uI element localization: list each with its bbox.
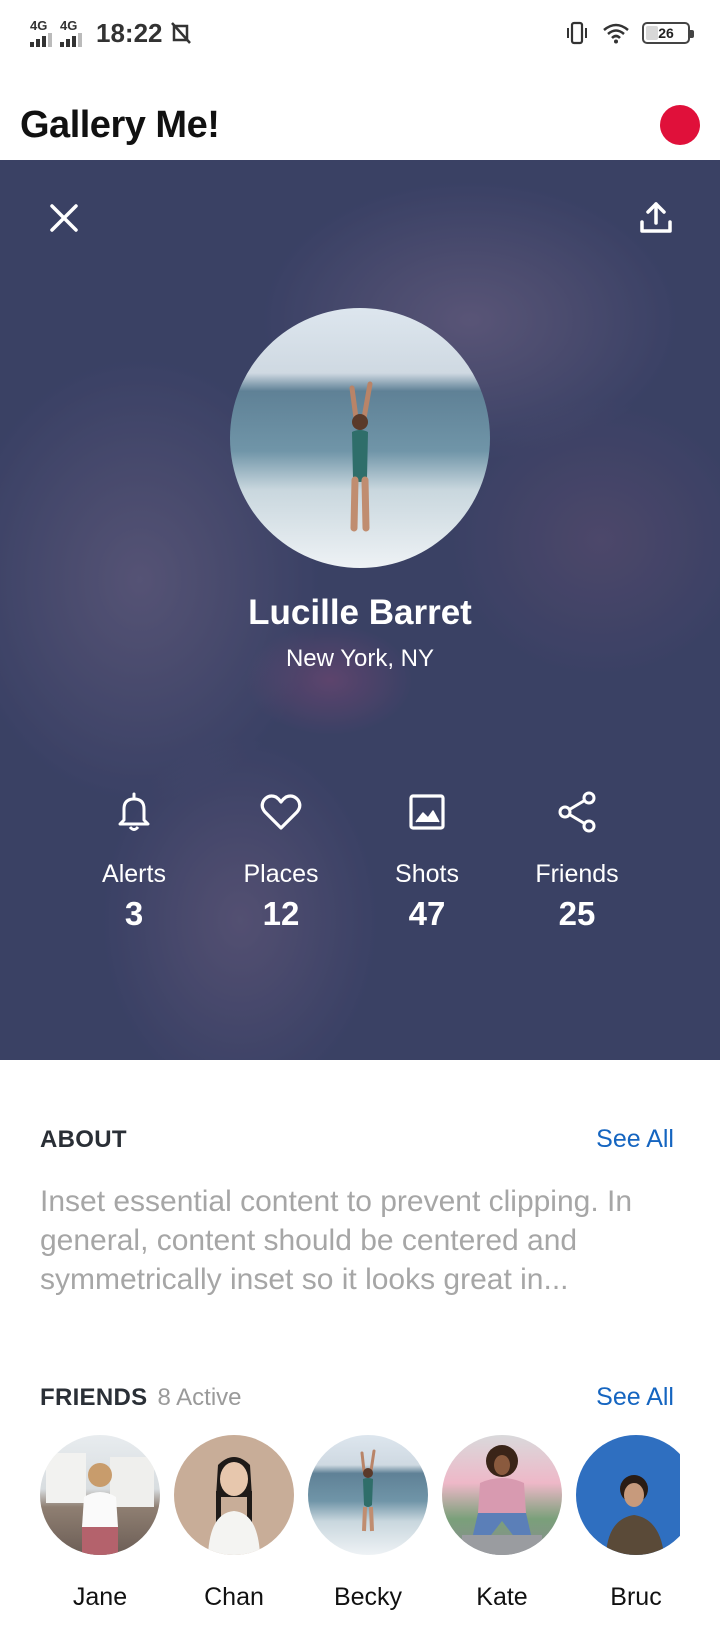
friends-carousel[interactable]: Jane Chan Becky Kate Bruc <box>40 1435 680 1635</box>
stat-alerts[interactable]: Alerts 3 <box>64 790 204 933</box>
stat-label: Friends <box>535 860 619 888</box>
friend-avatar <box>576 1435 680 1555</box>
friend-avatar <box>442 1435 562 1555</box>
stat-friends[interactable]: Friends 25 <box>507 790 647 933</box>
network-type: 4G <box>60 18 78 33</box>
friend-name: Jane <box>72 1583 128 1611</box>
record-indicator[interactable] <box>660 105 700 145</box>
friend-name: Bruc <box>610 1583 662 1611</box>
friends-title-text: FRIENDS <box>40 1384 148 1411</box>
friends-active-count: 8 Active <box>157 1384 242 1411</box>
stat-value: 47 <box>408 895 446 932</box>
friend-avatar <box>174 1435 294 1555</box>
friend-item[interactable]: Becky <box>308 1435 428 1612</box>
friend-name: Kate <box>476 1583 528 1611</box>
share-icon <box>555 790 599 834</box>
screenshot-blocked-icon <box>170 22 191 44</box>
close-button[interactable] <box>36 190 92 246</box>
about-title: ABOUT <box>40 1126 127 1153</box>
friends-see-all-link[interactable]: See All <box>596 1383 674 1412</box>
friend-item[interactable]: Kate <box>442 1435 562 1612</box>
friend-name: Chan <box>204 1583 264 1611</box>
about-see-all-link[interactable]: See All <box>596 1125 674 1154</box>
about-text: Inset essential content to prevent clipp… <box>40 1185 633 1296</box>
status-left: 4G 4G 18:22 <box>30 18 191 49</box>
profile-location: New York, NY <box>285 645 435 672</box>
battery-icon: 26 <box>642 22 694 44</box>
wifi-icon <box>603 23 629 44</box>
stat-value: 12 <box>262 895 300 932</box>
profile-name: Lucille Barret <box>248 593 472 632</box>
status-bar: 4G 4G 18:22 26 <box>0 0 720 66</box>
bell-icon <box>112 790 156 834</box>
upload-button[interactable] <box>628 190 684 246</box>
heart-icon <box>259 790 303 834</box>
status-right: 26 <box>564 20 694 46</box>
upload-icon <box>640 202 672 233</box>
app-header: Gallery Me! <box>0 90 720 160</box>
vibrate-icon <box>567 21 587 45</box>
image-icon <box>405 790 449 834</box>
friend-item[interactable]: Jane <box>40 1435 160 1612</box>
stat-label: Places <box>243 860 319 888</box>
status-time: 18:22 <box>96 17 163 48</box>
stat-value: 25 <box>558 895 596 932</box>
stats-row: Alerts 3 Places 12 Shots 47 Friends 25 <box>0 790 720 950</box>
profile-avatar[interactable] <box>230 308 490 568</box>
friends-title: FRIENDS 8 Active <box>40 1384 242 1412</box>
signal-icon: 4G <box>30 19 52 47</box>
stat-label: Shots <box>395 860 459 888</box>
stat-value: 3 <box>124 895 144 932</box>
friend-avatar <box>308 1435 428 1555</box>
friend-name: Becky <box>333 1583 403 1611</box>
network-type: 4G <box>30 18 48 33</box>
battery-level: 26 <box>658 25 674 41</box>
profile-hero: Lucille Barret New York, NY Alerts 3 Pla… <box>0 160 720 1060</box>
friend-item[interactable]: Chan <box>174 1435 294 1612</box>
friend-avatar <box>40 1435 160 1555</box>
avatar-figure <box>349 381 373 532</box>
stat-places[interactable]: Places 12 <box>211 790 351 933</box>
app-title: Gallery Me! <box>20 103 220 146</box>
stat-shots[interactable]: Shots 47 <box>357 790 497 933</box>
close-icon <box>50 204 78 232</box>
signal-icon: 4G <box>60 19 82 47</box>
stat-label: Alerts <box>102 860 166 888</box>
friend-item[interactable]: Bruc <box>576 1435 680 1612</box>
